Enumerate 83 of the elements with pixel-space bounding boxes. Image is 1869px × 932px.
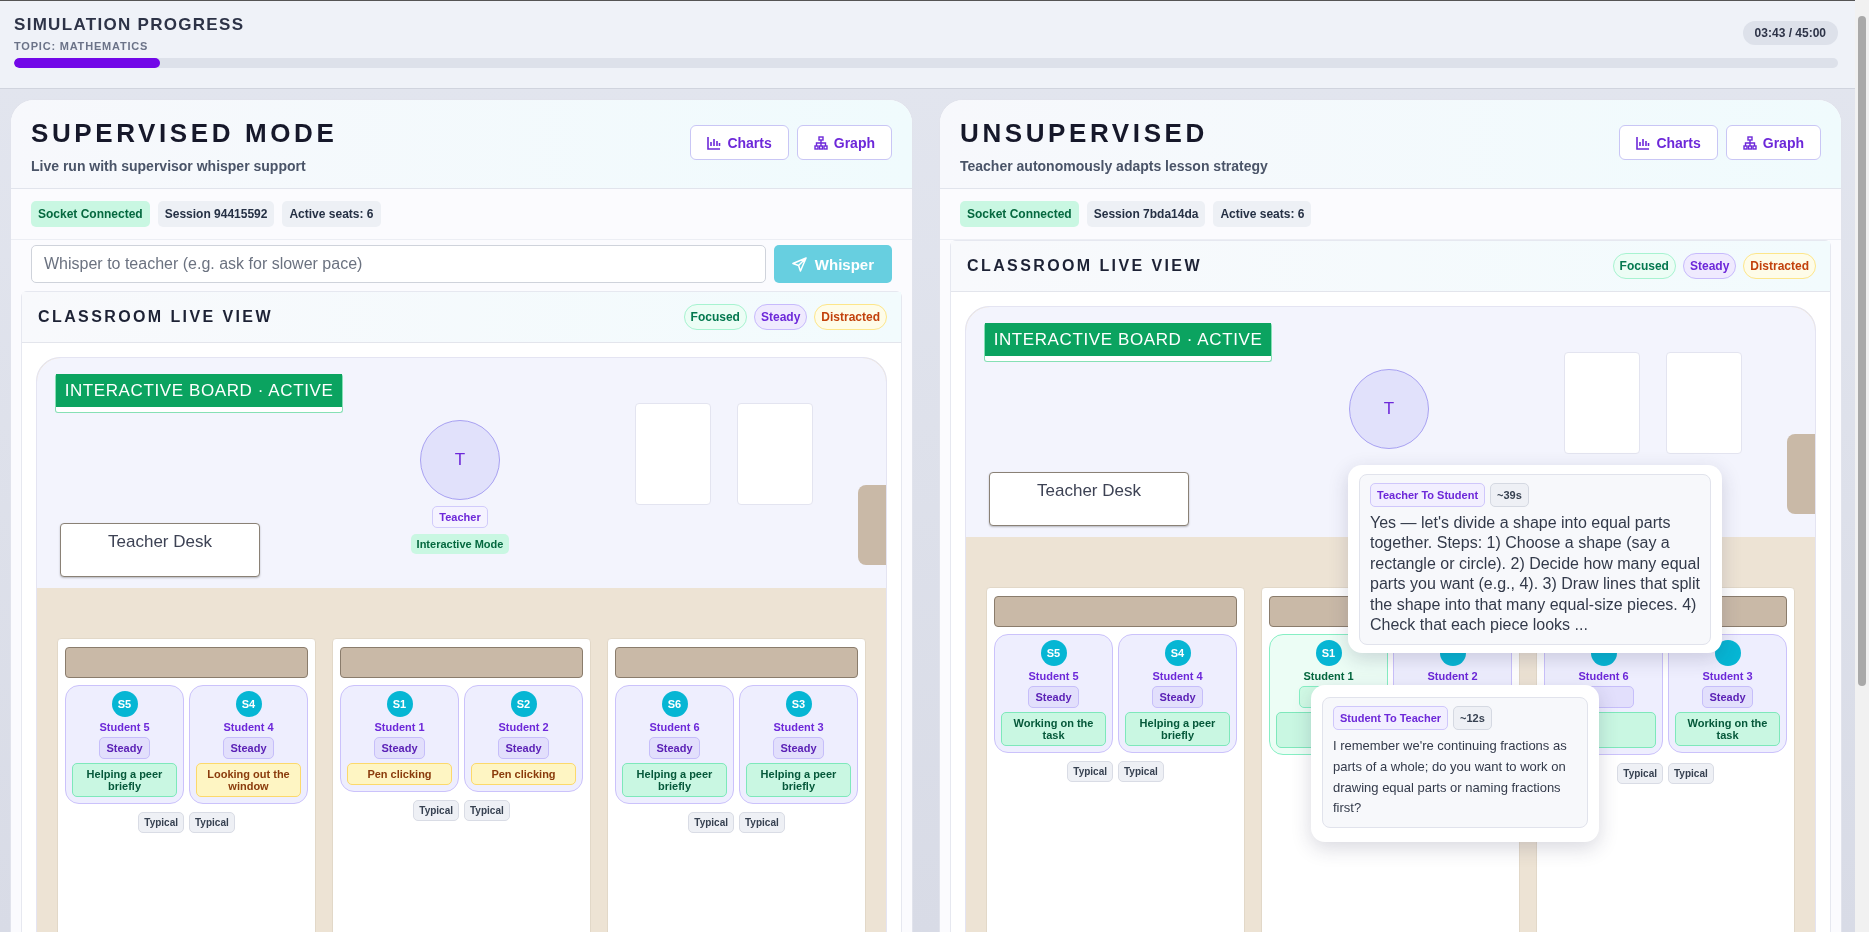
student-name: Student 6 <box>649 721 700 733</box>
legend-chip: Distracted <box>1743 253 1816 279</box>
status-chip: Socket Connected <box>960 201 1079 227</box>
profile-tag: Typical <box>138 812 184 833</box>
student-avatar: S1 <box>1315 640 1342 666</box>
student-name: Student 2 <box>1427 670 1478 682</box>
student-avatar: S2 <box>510 691 537 717</box>
student-name: Student 1 <box>1303 670 1354 682</box>
student-name: Student 3 <box>1702 670 1753 682</box>
activity-badge: Working on the task <box>1675 712 1780 746</box>
interactive-board: INTERACTIVE BOARD · ACTIVE <box>984 323 1272 362</box>
legend-chip: Focused <box>683 304 747 330</box>
profile-tag: Typical <box>688 812 734 833</box>
legend-chip: Focused <box>1612 253 1676 279</box>
student-avatar: S5 <box>1040 640 1067 666</box>
status-badge: Steady <box>498 737 549 759</box>
classroom-title: CLASSROOM LIVE VIEW <box>38 308 273 326</box>
student-name: Student 3 <box>773 721 824 733</box>
topic-label: TOPIC: MATHEMATICS <box>14 40 150 52</box>
status-badge: Steady <box>374 737 425 759</box>
progress-title: SIMULATION PROGRESS <box>14 15 245 35</box>
activity-badge: Pen clicking <box>471 763 576 785</box>
activity-badge: Looking out the window <box>196 763 301 797</box>
profile-tag: Typical <box>1617 763 1663 784</box>
classroom-title: CLASSROOM LIVE VIEW <box>967 257 1202 275</box>
panel-subtitle: Teacher autonomously adapts lesson strategy <box>960 158 1268 174</box>
status-badge: Steady <box>649 737 700 759</box>
status-chip: Socket Connected <box>31 201 150 227</box>
student-avatar: S3 <box>785 691 812 717</box>
student-avatar: S5 <box>111 691 138 717</box>
timer-badge: 03:43 / 45:00 <box>1742 21 1838 45</box>
student-name: Student 2 <box>498 721 549 733</box>
status-chip: Session 7bda14da <box>1086 201 1206 227</box>
student-name: Student 4 <box>223 721 274 733</box>
activity-badge: Helping a peer briefly <box>1125 712 1230 746</box>
status-badge: Steady <box>1152 686 1203 708</box>
profile-tag: Typical <box>413 800 459 821</box>
interactive-board: INTERACTIVE BOARD · ACTIVE <box>55 374 343 413</box>
teacher-label: Teacher <box>432 506 488 528</box>
status-chip: Active seats: 6 <box>1213 201 1312 227</box>
time-badge: ~39s <box>1490 483 1529 507</box>
teacher-avatar: T <box>420 420 500 500</box>
status-chip: Active seats: 6 <box>282 201 381 227</box>
student-avatar: S6 <box>661 691 688 717</box>
profile-tag: Typical <box>739 812 785 833</box>
student-avatar: S4 <box>235 691 262 717</box>
activity-badge: Helping a peer briefly <box>72 763 177 797</box>
student-name: Student 5 <box>1028 670 1079 682</box>
message-text: Yes — let's divide a shape into equal parts together. Steps: 1) Choose a shape (say a rectangle or circle). 2) Decide how many equal parts you want (e.g., 4). 3) Draw lines that split the shape into that many equal-size pieces. 4) Check that each piece looks ... <box>1370 513 1700 636</box>
student-name: Student 4 <box>1152 670 1203 682</box>
panel-title: SUPERVISED MODE <box>31 118 338 149</box>
status-badge: Steady <box>1702 686 1753 708</box>
activity-badge: Pen clicking <box>347 763 452 785</box>
legend-chip: Steady <box>1682 253 1737 279</box>
activity-badge: Helping a peer briefly <box>746 763 851 797</box>
direction-badge: Student To Teacher <box>1333 706 1449 730</box>
profile-tag: Typical <box>1118 761 1164 782</box>
student-name: Student 5 <box>99 721 150 733</box>
teacher-avatar: T <box>1349 369 1429 449</box>
panel-subtitle: Live run with supervisor whisper support <box>31 158 307 174</box>
student-name: Student 1 <box>374 721 425 733</box>
legend-chip: Steady <box>753 304 808 330</box>
student-avatar: S1 <box>386 691 413 717</box>
status-badge: Steady <box>773 737 824 759</box>
activity-badge: Helping a peer briefly <box>622 763 727 797</box>
status-badge: Steady <box>99 737 150 759</box>
status-badge: Steady <box>1028 686 1079 708</box>
profile-tag: Typical <box>1067 761 1113 782</box>
profile-tag: Typical <box>1668 763 1714 784</box>
profile-tag: Typical <box>189 812 235 833</box>
activity-badge: Working on the task <box>1001 712 1106 746</box>
mode-badge: Interactive Mode <box>410 534 510 554</box>
teacher-desk: Teacher Desk <box>60 523 260 577</box>
student-name: Student 6 <box>1578 670 1629 682</box>
legend-chip: Distracted <box>814 304 887 330</box>
status-chip: Session 94415592 <box>157 201 275 227</box>
panel-title: UNSUPERVISED <box>960 118 1209 149</box>
time-badge: ~12s <box>1453 706 1492 730</box>
profile-tag: Typical <box>464 800 510 821</box>
direction-badge: Teacher To Student <box>1370 483 1486 507</box>
student-avatar: S4 <box>1164 640 1191 666</box>
teacher-desk: Teacher Desk <box>989 472 1189 526</box>
status-badge: Steady <box>223 737 274 759</box>
